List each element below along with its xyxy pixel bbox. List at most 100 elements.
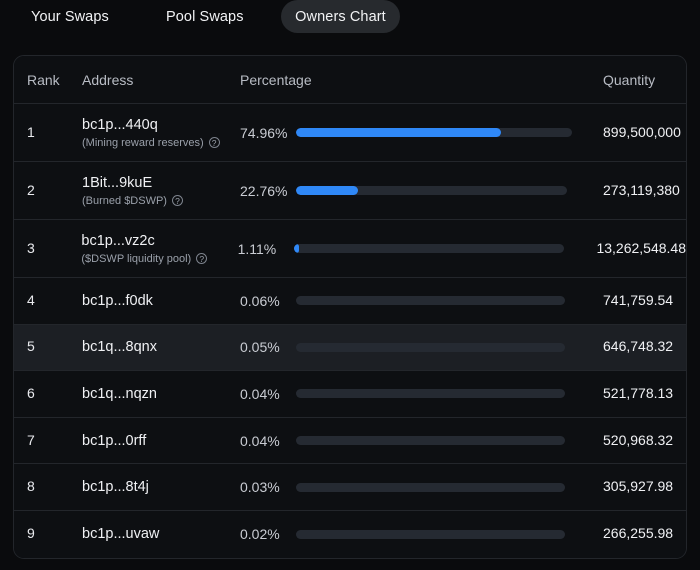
address-sublabel-text: (Mining reward reserves) xyxy=(82,136,204,150)
table-row[interactable]: 7 bc1p...0rff0.04% 520,968.32 xyxy=(14,418,686,465)
help-circle-icon[interactable] xyxy=(196,253,207,264)
cell-rank: 4 xyxy=(14,292,82,310)
quantity-value: 305,927.98 xyxy=(603,478,673,494)
owners-chart-table: Rank Address Percentage Quantity 1 bc1p..… xyxy=(13,55,687,559)
address-value[interactable]: bc1q...nqzn xyxy=(82,385,240,403)
percentage-bar-track xyxy=(296,128,572,137)
column-header-address: Address xyxy=(82,72,240,88)
address-sublabel-text: (Burned $DSWP) xyxy=(82,194,167,208)
table-row[interactable]: 9 bc1p...uvaw0.02% 266,255.98 xyxy=(14,511,686,558)
cell-address: bc1p...uvaw xyxy=(82,525,240,543)
percentage-value: 22.76% xyxy=(240,183,296,199)
percentage-value: 0.05% xyxy=(240,339,296,355)
address-value[interactable]: bc1p...vz2c xyxy=(81,232,237,250)
cell-percentage: 74.96% xyxy=(240,125,596,141)
rank-value: 4 xyxy=(27,292,35,308)
table-row[interactable]: 2 1Bit...9kuE (Burned $DSWP) 22.76% 273,119,… xyxy=(14,162,686,220)
cell-percentage: 0.04% xyxy=(240,386,596,402)
address-value[interactable]: bc1p...f0dk xyxy=(82,292,240,310)
cell-percentage: 0.04% xyxy=(240,433,596,449)
address-value[interactable]: 1Bit...9kuE xyxy=(82,174,240,192)
table-row[interactable]: 5 bc1q...8qnx0.05% 646,748.32 xyxy=(14,325,686,372)
percentage-bar-track xyxy=(296,186,567,195)
table-row[interactable]: 4 bc1p...f0dk0.06% 741,759.54 xyxy=(14,278,686,325)
cell-address: bc1q...nqzn xyxy=(82,385,240,403)
table-row[interactable]: 6 bc1q...nqzn0.04% 521,778.13 xyxy=(14,371,686,418)
column-header-rank: Rank xyxy=(14,72,82,88)
table-header-row: Rank Address Percentage Quantity xyxy=(14,56,686,104)
address-value[interactable]: bc1p...uvaw xyxy=(82,525,240,543)
cell-address: 1Bit...9kuE (Burned $DSWP) xyxy=(82,174,240,208)
rank-value: 3 xyxy=(27,240,35,256)
rank-value: 2 xyxy=(27,182,35,198)
cell-rank: 2 xyxy=(14,182,82,200)
cell-quantity: 266,255.98 xyxy=(596,525,686,543)
cell-percentage: 0.05% xyxy=(240,339,596,355)
cell-percentage: 22.76% xyxy=(240,183,596,199)
quantity-value: 646,748.32 xyxy=(603,338,673,354)
table-body: 1 bc1p...440q (Mining reward reserves) 74.9… xyxy=(14,104,686,558)
percentage-value: 1.11% xyxy=(238,241,294,257)
cell-percentage: 1.11% xyxy=(238,241,590,257)
address-value[interactable]: bc1q...8qnx xyxy=(82,338,240,356)
percentage-bar-fill xyxy=(296,186,358,195)
cell-address: bc1p...0rff xyxy=(82,432,240,450)
percentage-bar-track xyxy=(296,296,565,305)
cell-address: bc1q...8qnx xyxy=(82,338,240,356)
cell-rank: 9 xyxy=(14,525,82,543)
tab-owners-chart[interactable]: Owners Chart xyxy=(281,0,400,33)
table-row[interactable]: 1 bc1p...440q (Mining reward reserves) 74.9… xyxy=(14,104,686,162)
cell-rank: 3 xyxy=(14,240,81,258)
table-row[interactable]: 8bc1p...8t4j0.03% 305,927.98 xyxy=(14,464,686,511)
address-value[interactable]: bc1p...0rff xyxy=(82,432,240,450)
tab-pool-swaps[interactable]: Pool Swaps xyxy=(166,0,244,33)
cell-percentage: 0.02% xyxy=(240,526,596,542)
address-sublabel-text: ($DSWP liquidity pool) xyxy=(81,252,191,266)
rank-value: 9 xyxy=(27,525,35,541)
quantity-value: 520,968.32 xyxy=(603,432,673,448)
rank-value: 5 xyxy=(27,338,35,354)
percentage-bar-track xyxy=(296,483,565,492)
address-value[interactable]: bc1p...8t4j xyxy=(82,478,240,496)
quantity-value: 273,119,380 xyxy=(603,182,680,198)
cell-percentage: 0.06% xyxy=(240,293,596,309)
help-circle-icon[interactable] xyxy=(172,195,183,206)
percentage-value: 0.04% xyxy=(240,386,296,402)
percentage-value: 0.06% xyxy=(240,293,296,309)
address-sublabel: (Mining reward reserves) xyxy=(82,136,240,150)
column-header-percentage: Percentage xyxy=(240,72,596,88)
cell-quantity: 899,500,000 xyxy=(596,124,686,142)
column-header-quantity: Quantity xyxy=(596,72,686,88)
percentage-bar-fill xyxy=(296,128,501,137)
cell-rank: 1 xyxy=(14,124,82,142)
rank-value: 7 xyxy=(27,432,35,448)
cell-rank: 7 xyxy=(14,432,82,450)
address-sublabel: ($DSWP liquidity pool) xyxy=(81,252,237,266)
tab-bar: Your Swaps Pool Swaps Owners Chart xyxy=(0,0,700,45)
cell-quantity: 13,262,548.48 xyxy=(589,240,686,258)
quantity-value: 521,778.13 xyxy=(603,385,673,401)
percentage-bar-track xyxy=(296,389,565,398)
percentage-value: 0.04% xyxy=(240,433,296,449)
quantity-value: 266,255.98 xyxy=(603,525,673,541)
cell-address: bc1p...f0dk xyxy=(82,292,240,310)
cell-quantity: 646,748.32 xyxy=(596,338,686,356)
help-circle-icon[interactable] xyxy=(209,137,220,148)
percentage-bar-track xyxy=(296,530,565,539)
rank-value: 1 xyxy=(27,124,35,140)
cell-rank: 8 xyxy=(14,478,82,496)
cell-quantity: 305,927.98 xyxy=(596,478,686,496)
cell-quantity: 273,119,380 xyxy=(596,182,686,200)
rank-value: 6 xyxy=(27,385,35,401)
percentage-bar-track xyxy=(296,343,565,352)
address-value[interactable]: bc1p...440q xyxy=(82,116,240,134)
cell-percentage: 0.03% xyxy=(240,479,596,495)
quantity-value: 741,759.54 xyxy=(603,292,673,308)
cell-quantity: 520,968.32 xyxy=(596,432,686,450)
address-sublabel: (Burned $DSWP) xyxy=(82,194,240,208)
table-row[interactable]: 3 bc1p...vz2c ($DSWP liquidity pool) 1.11% 1… xyxy=(14,220,686,278)
tab-your-swaps[interactable]: Your Swaps xyxy=(31,0,109,33)
cell-quantity: 521,778.13 xyxy=(596,385,686,403)
cell-rank: 6 xyxy=(14,385,82,403)
percentage-value: 0.03% xyxy=(240,479,296,495)
